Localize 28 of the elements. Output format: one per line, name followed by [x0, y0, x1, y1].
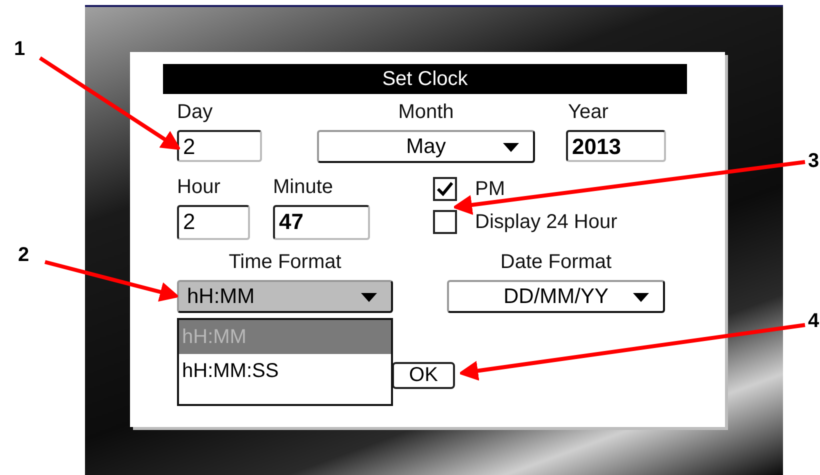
month-dropdown[interactable]: May: [317, 130, 535, 163]
time-format-dropdown[interactable]: hH:MM: [177, 280, 393, 313]
callout-number: 1: [14, 38, 26, 61]
caret-icon: [503, 143, 519, 152]
minute-label: Minute: [273, 175, 334, 199]
minute-field[interactable]: 47: [273, 205, 370, 240]
ok-button[interactable]: OK: [392, 362, 455, 389]
month-label: Month: [398, 100, 454, 124]
callout-number: 3: [808, 150, 820, 173]
checkbox[interactable]: [433, 176, 457, 200]
checkbox[interactable]: [433, 210, 457, 234]
caret-icon: [361, 293, 377, 302]
caret-icon: [633, 293, 649, 302]
hour-label: Hour: [177, 175, 220, 199]
hour-field[interactable]: 2: [177, 205, 250, 240]
date-format-label: Date Format: [500, 250, 612, 274]
year-field[interactable]: 2013: [566, 130, 666, 162]
callout-number: 4: [808, 310, 820, 333]
date-format-dropdown[interactable]: DD/MM/YY: [447, 280, 665, 313]
time-format-label: Time Format: [228, 250, 342, 274]
checkbox-label: Display 24 Hour: [475, 210, 618, 234]
callout-number: 2: [18, 244, 30, 267]
dialog-title: Set Clock: [163, 64, 687, 94]
year-label: Year: [568, 100, 608, 124]
checkbox-label: PM: [475, 176, 505, 200]
day-label: Day: [177, 100, 213, 124]
checkmark-icon: [437, 182, 453, 196]
day-field[interactable]: 2: [177, 130, 262, 162]
